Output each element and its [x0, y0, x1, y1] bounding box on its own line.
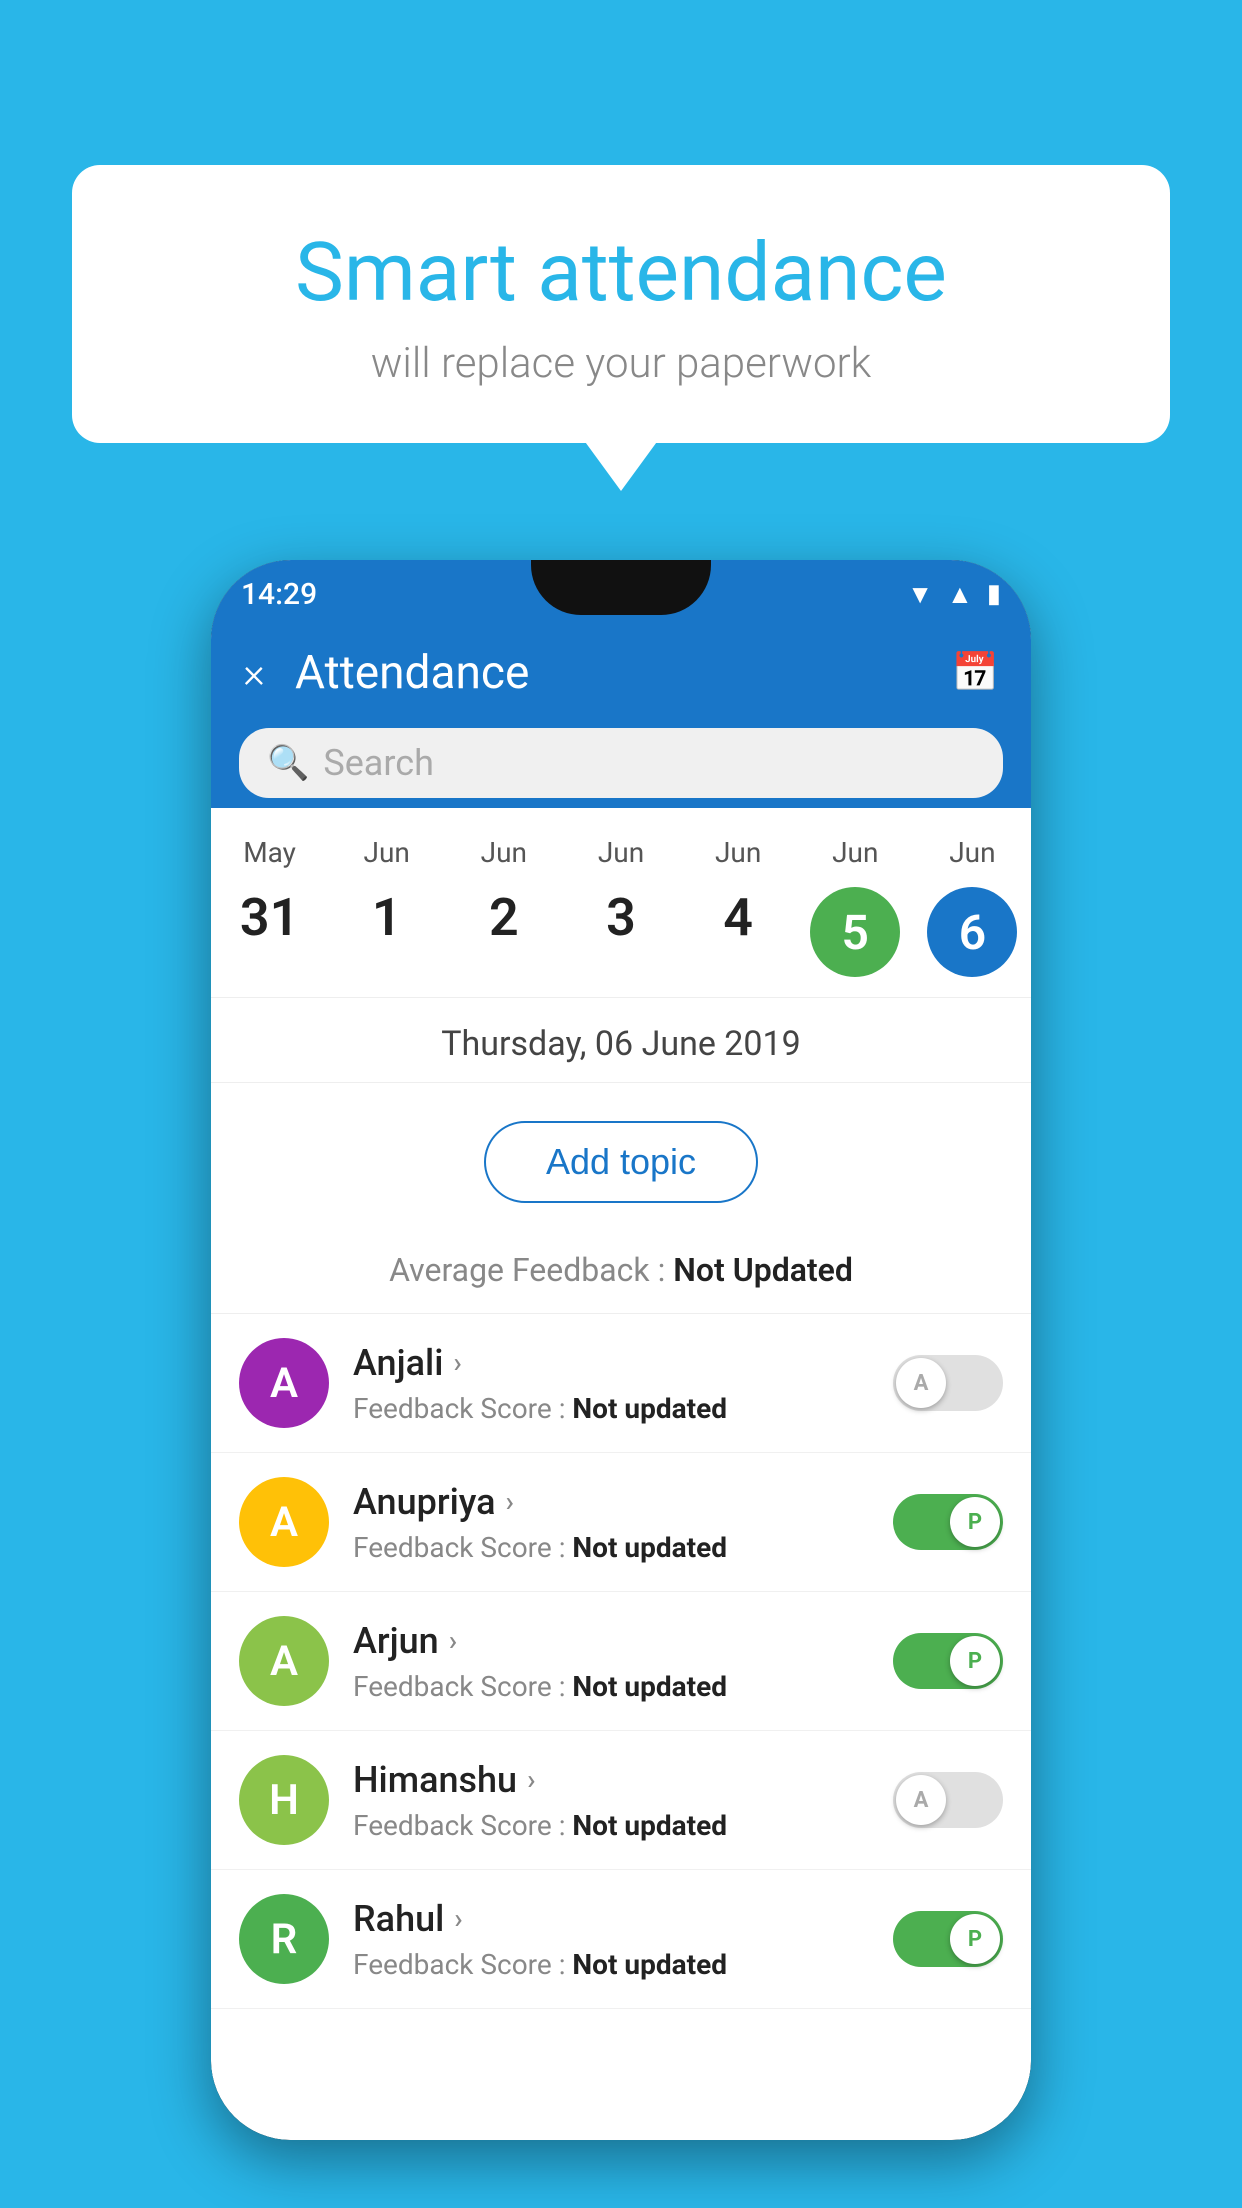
speech-bubble-subtitle: will replace your paperwork	[122, 339, 1120, 388]
chevron-right-icon: ›	[449, 1624, 457, 1657]
app-header: × Attendance 📅	[211, 628, 1031, 718]
chevron-right-icon: ›	[454, 1902, 462, 1935]
date-col[interactable]: Jun 4	[680, 836, 797, 948]
signal-icon: ▲	[947, 579, 973, 610]
phone-frame: 14:29 ▼ ▲ ▮ × Attendance 📅 🔍 Search	[211, 560, 1031, 2140]
date-month: Jun	[598, 836, 644, 869]
date-month: Jun	[715, 836, 761, 869]
date-number[interactable]: 6	[927, 887, 1017, 977]
student-feedback: Feedback Score : Not updated	[353, 1809, 869, 1842]
toggle-thumb: A	[896, 1775, 946, 1825]
student-name: Rahul ›	[353, 1898, 869, 1940]
list-item[interactable]: A Anupriya › Feedback Score : Not updated P	[211, 1453, 1031, 1592]
list-item[interactable]: A Anjali › Feedback Score : Not updated A	[211, 1314, 1031, 1453]
toggle-container[interactable]: A	[893, 1772, 1003, 1828]
toggle-container[interactable]: P	[893, 1911, 1003, 1967]
phone-container: 14:29 ▼ ▲ ▮ × Attendance 📅 🔍 Search	[211, 560, 1031, 2140]
toggle-container[interactable]: P	[893, 1494, 1003, 1550]
status-time: 14:29	[241, 577, 317, 612]
search-input-wrapper[interactable]: 🔍 Search	[239, 728, 1003, 798]
date-col[interactable]: Jun 5	[797, 836, 914, 977]
search-icon: 🔍	[267, 743, 309, 783]
chevron-right-icon: ›	[453, 1346, 461, 1379]
date-number[interactable]: 3	[606, 887, 636, 948]
date-number[interactable]: 2	[489, 887, 519, 948]
date-number[interactable]: 1	[372, 887, 402, 948]
student-name: Anjali ›	[353, 1342, 869, 1384]
toggle-thumb: A	[896, 1358, 946, 1408]
toggle-thumb: P	[950, 1497, 1000, 1547]
status-icons: ▼ ▲ ▮	[907, 579, 1001, 610]
speech-bubble: Smart attendance will replace your paper…	[72, 165, 1170, 443]
list-item[interactable]: H Himanshu › Feedback Score : Not updated A	[211, 1731, 1031, 1870]
student-feedback: Feedback Score : Not updated	[353, 1670, 869, 1703]
close-button[interactable]: ×	[243, 649, 265, 698]
app-title: Attendance	[295, 646, 952, 700]
wifi-icon: ▼	[907, 579, 933, 610]
student-info: Anjali › Feedback Score : Not updated	[353, 1342, 869, 1425]
toggle-container[interactable]: P	[893, 1633, 1003, 1689]
student-info: Himanshu › Feedback Score : Not updated	[353, 1759, 869, 1842]
avg-feedback-value: Not Updated	[673, 1251, 853, 1289]
list-item[interactable]: A Arjun › Feedback Score : Not updated P	[211, 1592, 1031, 1731]
date-number[interactable]: 5	[810, 887, 900, 977]
attendance-toggle[interactable]: A	[893, 1355, 1003, 1411]
chevron-right-icon: ›	[527, 1763, 535, 1796]
search-bar: 🔍 Search	[211, 718, 1031, 808]
attendance-toggle[interactable]: P	[893, 1633, 1003, 1689]
date-month: Jun	[832, 836, 878, 869]
attendance-toggle[interactable]: A	[893, 1772, 1003, 1828]
avatar: A	[239, 1616, 329, 1706]
date-month: Jun	[949, 836, 995, 869]
battery-icon: ▮	[987, 579, 1001, 609]
student-name: Anupriya ›	[353, 1481, 869, 1523]
content-area: May 31 Jun 1 Jun 2 Jun 3 Jun 4 Jun 5 Jun 6 Thursday, …	[211, 808, 1031, 2140]
speech-bubble-title: Smart attendance	[122, 225, 1120, 321]
average-feedback: Average Feedback : Not Updated	[211, 1251, 1031, 1314]
date-number[interactable]: 4	[723, 887, 753, 948]
date-month: Jun	[481, 836, 527, 869]
toggle-thumb: P	[950, 1914, 1000, 1964]
date-col[interactable]: May 31	[211, 836, 328, 948]
toggle-container[interactable]: A	[893, 1355, 1003, 1411]
date-col[interactable]: Jun 1	[328, 836, 445, 948]
student-info: Arjun › Feedback Score : Not updated	[353, 1620, 869, 1703]
add-topic-button[interactable]: Add topic	[484, 1121, 758, 1203]
student-name: Arjun ›	[353, 1620, 869, 1662]
date-number[interactable]: 31	[240, 887, 299, 948]
attendance-toggle[interactable]: P	[893, 1911, 1003, 1967]
selected-date-label: Thursday, 06 June 2019	[211, 998, 1031, 1083]
date-month: May	[243, 836, 296, 869]
avatar: R	[239, 1894, 329, 1984]
avatar: A	[239, 1338, 329, 1428]
search-input[interactable]: Search	[323, 742, 434, 784]
calendar-icon[interactable]: 📅	[952, 651, 999, 695]
calendar-dates: May 31 Jun 1 Jun 2 Jun 3 Jun 4 Jun 5 Jun 6	[211, 808, 1031, 998]
student-name: Himanshu ›	[353, 1759, 869, 1801]
student-feedback: Feedback Score : Not updated	[353, 1948, 869, 1981]
date-col[interactable]: Jun 6	[914, 836, 1031, 977]
student-list: AAnjali ›Feedback Score : Not updatedAAA…	[211, 1314, 1031, 2009]
student-info: Rahul › Feedback Score : Not updated	[353, 1898, 869, 1981]
student-feedback: Feedback Score : Not updated	[353, 1531, 869, 1564]
avatar: A	[239, 1477, 329, 1567]
student-feedback: Feedback Score : Not updated	[353, 1392, 869, 1425]
avg-feedback-label: Average Feedback :	[389, 1251, 673, 1289]
attendance-toggle[interactable]: P	[893, 1494, 1003, 1550]
app-screen: 14:29 ▼ ▲ ▮ × Attendance 📅 🔍 Search	[211, 560, 1031, 2140]
student-info: Anupriya › Feedback Score : Not updated	[353, 1481, 869, 1564]
avatar: H	[239, 1755, 329, 1845]
phone-notch	[531, 560, 711, 615]
date-month: Jun	[364, 836, 410, 869]
toggle-thumb: P	[950, 1636, 1000, 1686]
list-item[interactable]: R Rahul › Feedback Score : Not updated P	[211, 1870, 1031, 2009]
date-col[interactable]: Jun 2	[445, 836, 562, 948]
chevron-right-icon: ›	[506, 1485, 514, 1518]
date-col[interactable]: Jun 3	[562, 836, 679, 948]
